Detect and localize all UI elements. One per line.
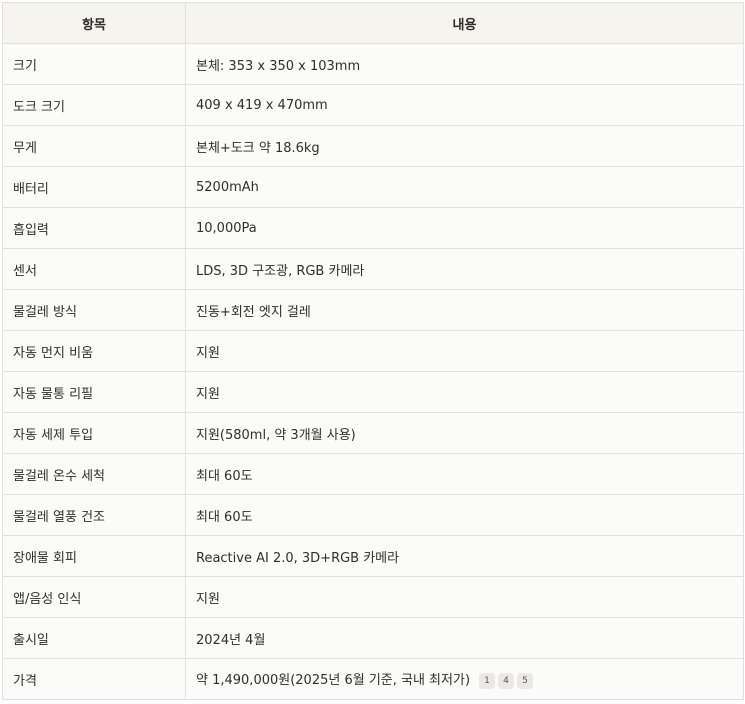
row-label: 센서 [2, 248, 186, 290]
row-value-text: 지원 [196, 386, 220, 402]
row-value: 지원 [185, 330, 744, 372]
column-header-item: 항목 [2, 2, 186, 44]
table-row: 도크 크기 409 x 419 x 470mm [2, 84, 744, 126]
row-value: 진동+회전 엣지 걸레 [185, 289, 744, 331]
row-label: 무게 [2, 125, 186, 167]
table-row: 앱/음성 인식 지원 [2, 576, 744, 618]
row-value: 지원 [185, 371, 744, 413]
row-value-text: 10,000Pa [196, 220, 257, 236]
row-label: 장애물 회피 [2, 535, 186, 577]
table-body: 크기 본체: 353 x 350 x 103mm 도크 크기 409 x 419 x … [2, 43, 744, 700]
table-row: 물걸레 방식 진동+회전 엣지 걸레 [2, 289, 744, 331]
row-label: 앱/음성 인식 [2, 576, 186, 618]
row-value: 5200mAh [185, 166, 744, 208]
row-value: 최대 60도 [185, 494, 744, 536]
row-label: 물걸레 방식 [2, 289, 186, 331]
table-row: 물걸레 열풍 건조 최대 60도 [2, 494, 744, 536]
table-header-row: 항목 내용 [2, 2, 744, 44]
row-label: 흡입력 [2, 207, 186, 249]
row-label: 물걸레 열풍 건조 [2, 494, 186, 536]
table-row: 가격 약 1,490,000원(2025년 6월 기준, 국내 최저가) 1 4 5 [2, 658, 744, 700]
row-value-text: 최대 60도 [196, 468, 253, 484]
row-value: 10,000Pa [185, 207, 744, 249]
row-value-text: 지원 [196, 345, 220, 361]
table-row: 자동 물통 리필 지원 [2, 371, 744, 413]
row-label: 자동 세제 투입 [2, 412, 186, 454]
row-value-text: LDS, 3D 구조광, RGB 카메라 [196, 263, 365, 279]
row-label: 자동 먼지 비움 [2, 330, 186, 372]
table-row: 자동 먼지 비움 지원 [2, 330, 744, 372]
row-value-text: 409 x 419 x 470mm [196, 97, 328, 113]
row-value: 지원 [185, 576, 744, 618]
row-value: 본체+도크 약 18.6kg [185, 125, 744, 167]
table-row: 센서 LDS, 3D 구조광, RGB 카메라 [2, 248, 744, 290]
table-row: 자동 세제 투입 지원(580ml, 약 3개월 사용) [2, 412, 744, 454]
row-value: 409 x 419 x 470mm [185, 84, 744, 126]
row-value: 약 1,490,000원(2025년 6월 기준, 국내 최저가) 1 4 5 [185, 658, 744, 700]
row-value: LDS, 3D 구조광, RGB 카메라 [185, 248, 744, 290]
row-value: 2024년 4월 [185, 617, 744, 659]
row-value: 본체: 353 x 350 x 103mm [185, 43, 744, 85]
table-row: 장애물 회피 Reactive AI 2.0, 3D+RGB 카메라 [2, 535, 744, 577]
row-value-text: 지원(580ml, 약 3개월 사용) [196, 427, 356, 443]
row-label: 물걸레 온수 세척 [2, 453, 186, 495]
column-header-content: 내용 [185, 2, 744, 44]
row-label: 가격 [2, 658, 186, 700]
spec-table: 항목 내용 크기 본체: 353 x 350 x 103mm 도크 크기 409 x … [2, 2, 744, 700]
row-value: 지원(580ml, 약 3개월 사용) [185, 412, 744, 454]
row-value: Reactive AI 2.0, 3D+RGB 카메라 [185, 535, 744, 577]
citation-badge[interactable]: 4 [498, 673, 515, 689]
row-value-text: 최대 60도 [196, 509, 253, 525]
row-value: 최대 60도 [185, 453, 744, 495]
row-label: 도크 크기 [2, 84, 186, 126]
table-row: 물걸레 온수 세척 최대 60도 [2, 453, 744, 495]
citation-group: 145 [476, 672, 534, 689]
row-value-text: 본체: 353 x 350 x 103mm [196, 58, 361, 74]
row-value-text: 지원 [196, 591, 220, 607]
row-label: 배터리 [2, 166, 186, 208]
row-value-text: 5200mAh [196, 179, 259, 195]
row-label: 크기 [2, 43, 186, 85]
row-value-text: 본체+도크 약 18.6kg [196, 140, 320, 156]
table-row: 무게 본체+도크 약 18.6kg [2, 125, 744, 167]
table-row: 크기 본체: 353 x 350 x 103mm [2, 43, 744, 85]
citation-badge[interactable]: 5 [517, 673, 534, 689]
row-value-text: Reactive AI 2.0, 3D+RGB 카메라 [196, 550, 400, 566]
row-value-text: 진동+회전 엣지 걸레 [196, 304, 311, 320]
row-value-text: 약 1,490,000원(2025년 6월 기준, 국내 최저가) [196, 673, 471, 688]
row-label: 출시일 [2, 617, 186, 659]
table-row: 출시일 2024년 4월 [2, 617, 744, 659]
table-row: 흡입력 10,000Pa [2, 207, 744, 249]
row-value-text: 2024년 4월 [196, 632, 266, 648]
table-row: 배터리 5200mAh [2, 166, 744, 208]
row-label: 자동 물통 리필 [2, 371, 186, 413]
citation-badge[interactable]: 1 [479, 673, 496, 689]
